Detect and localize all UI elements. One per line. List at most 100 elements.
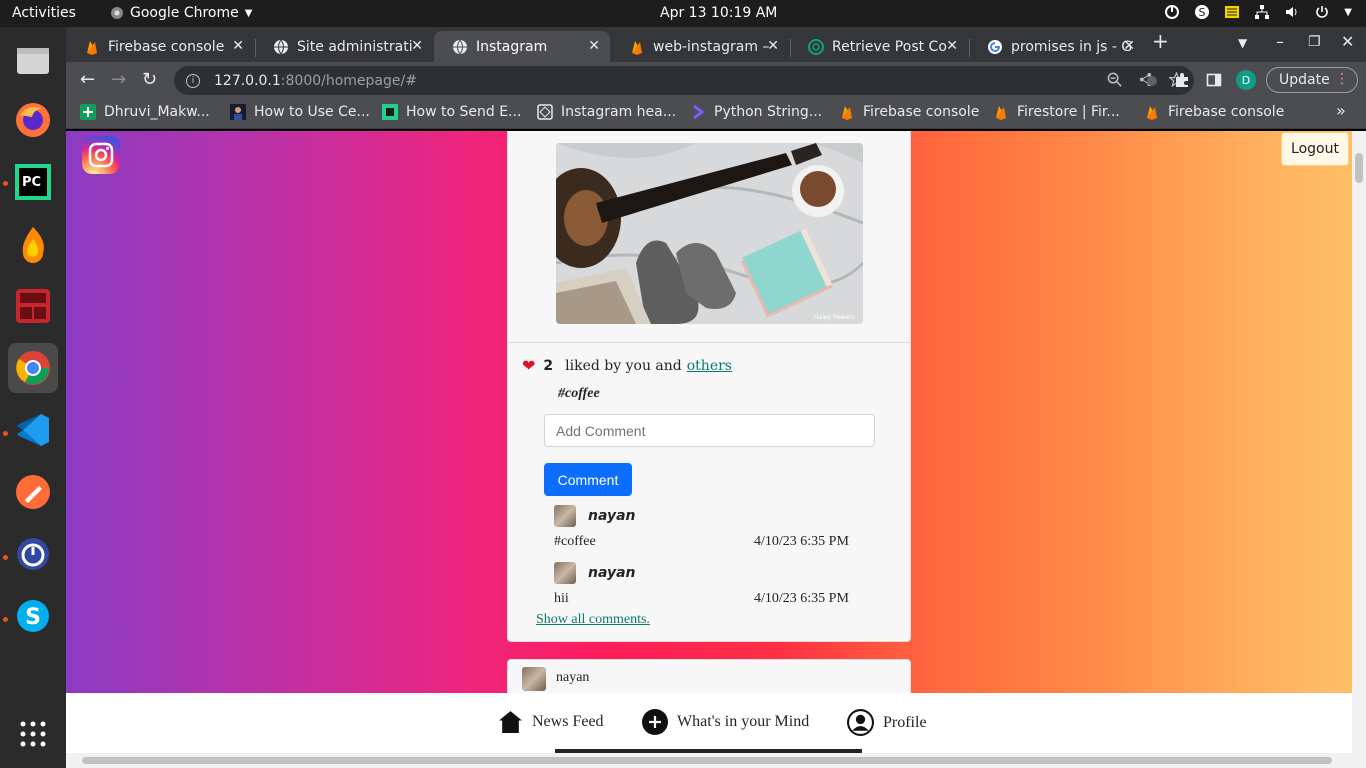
firefox-dock-icon[interactable] [8,95,58,145]
comment-input[interactable]: Add Comment [544,414,875,447]
show-all-comments-link[interactable]: Show all comments. [536,612,650,628]
skype-dock-icon[interactable]: S [8,591,58,641]
post-username: nayan [556,670,590,685]
extension-bug-icon[interactable] [1144,72,1160,88]
instagram-logo-icon[interactable] [82,136,120,174]
close-icon[interactable]: ✕ [946,38,958,54]
system-tray[interactable]: S ▼ [1164,4,1352,20]
update-button[interactable]: Update ⋮ [1266,67,1358,93]
reload-button[interactable]: ↻ [142,69,157,90]
network-icon[interactable] [1254,4,1270,20]
horizontal-scrollbar[interactable] [66,753,1366,768]
bottom-navigation: News Feed What's in your Mind Profile [66,693,1352,753]
close-icon[interactable]: ✕ [411,38,423,54]
system-top-bar: Activities Google Chrome ▼ Apr 13 10:19 … [0,0,1366,27]
tab-promises-in-js[interactable]: promises in js - G ✕ [969,31,1145,62]
profile-icon [847,709,874,736]
site-info-icon[interactable]: i [186,73,200,88]
menu-kebab-icon[interactable]: ⋮ [1335,71,1349,87]
url-host: 127.0.0.1 [214,72,281,89]
files-dock-icon[interactable] [8,35,58,85]
volume-icon[interactable] [1284,4,1300,20]
nav-label: News Feed [532,712,604,730]
tab-instagram[interactable]: Instagram ✕ [434,31,610,62]
person-icon [230,104,246,120]
logout-button[interactable]: Logout [1281,132,1349,166]
like-count: 2 [543,357,554,374]
vscode-dock-icon[interactable] [8,405,58,455]
zoom-icon[interactable] [1107,72,1122,87]
system-clock[interactable]: Apr 13 10:19 AM [660,5,777,21]
bookmark-label: How to Use Ce... [254,104,370,120]
firebase-icon [87,40,97,55]
timer-dock-icon[interactable] [8,529,58,579]
side-panel-icon[interactable] [1206,72,1222,88]
app-grid-icon[interactable] [8,709,58,759]
nav-label: What's in your Mind [677,713,810,730]
tab-search-chevron-icon[interactable]: ▼ [1238,36,1247,50]
avatar [554,505,576,527]
profile-avatar[interactable]: D [1236,70,1256,90]
bookmark-item[interactable]: Instagram hea... [537,104,676,120]
bookmarks-overflow-button[interactable]: » [1336,101,1346,120]
nav-profile[interactable]: Profile [847,709,927,736]
postman-dock-icon[interactable] [8,467,58,517]
chrome-dock-icon[interactable] [8,343,58,393]
divider [508,342,910,343]
close-window-button[interactable]: ✕ [1341,32,1354,51]
chevron-down-icon: ▼ [244,7,253,19]
nav-news-feed[interactable]: News Feed [498,709,604,734]
app-menu[interactable]: Google Chrome ▼ [110,5,252,21]
bookmark-item[interactable]: Firebase console [1144,104,1284,120]
firebase-icon [632,40,642,55]
scrollbar-thumb[interactable] [82,757,1332,764]
new-tab-button[interactable]: + [1152,29,1169,53]
post-image[interactable]: Haley Powers [556,143,863,324]
pycharm-dock-icon[interactable]: PC [8,157,58,207]
tab-title: Firebase console [108,38,225,55]
back-button[interactable]: ← [80,69,95,90]
timer-icon[interactable] [1164,4,1180,20]
bookmark-item[interactable]: Python String... [690,104,822,120]
post-card: Haley Powers ❤ 2 liked by you and others… [507,131,911,642]
fire-app-dock-icon[interactable] [8,219,58,269]
close-icon[interactable]: ✕ [1123,38,1135,54]
firebase-icon [842,106,852,120]
close-icon[interactable]: ✕ [232,38,244,54]
tab-site-administration[interactable]: Site administrati ✕ [255,31,433,62]
bookmark-label: Firebase console [1168,104,1285,120]
address-bar[interactable]: i 127.0.0.1:8000/homepage/# [174,66,1194,95]
browser-toolbar: ← → ↻ i 127.0.0.1:8000/homepage/# D Upda… [66,62,1366,98]
chevron-down-icon[interactable]: ▼ [1344,7,1352,18]
minimize-button[interactable]: – [1276,32,1284,51]
forward-button[interactable]: → [111,69,126,90]
skype-tray-icon[interactable]: S [1194,4,1210,20]
post-caption: #coffee [558,386,600,401]
bookmark-item[interactable]: Firebase console [839,104,979,120]
tab-title: Instagram [476,38,548,55]
close-icon[interactable]: ✕ [588,38,600,54]
close-icon[interactable]: ✕ [767,38,779,54]
others-link[interactable]: others [687,358,732,374]
bookmark-item[interactable]: Dhruvi_Makw... [80,104,210,120]
heart-icon[interactable]: ❤ [522,356,535,375]
activities-button[interactable]: Activities [12,5,76,21]
puzzle-icon[interactable] [1174,72,1190,88]
tab-firebase-console[interactable]: Firebase console ✕ [66,31,254,62]
nav-whats-in-your-mind[interactable]: What's in your Mind [642,709,809,735]
bookmark-item[interactable]: How to Use Ce... [230,104,370,120]
notes-tray-icon[interactable] [1224,4,1240,20]
comment-username: nayan [588,508,636,524]
bookmark-item[interactable]: How to Send E... [382,104,521,120]
dock: PC S [0,27,66,768]
scrollbar-thumb[interactable] [1355,153,1363,183]
comment-button[interactable]: Comment [544,463,632,496]
tab-web-instagram[interactable]: web-instagram – ✕ [611,31,789,62]
restore-button[interactable]: ❐ [1308,34,1321,50]
tab-retrieve-post[interactable]: Retrieve Post Co ✕ [790,31,968,62]
power-icon[interactable] [1314,4,1330,20]
vertical-scrollbar[interactable] [1352,131,1366,753]
update-label: Update [1279,72,1330,88]
bookmark-item[interactable]: Firestore | Fir... [993,104,1120,120]
calc-dock-icon[interactable] [8,281,58,331]
